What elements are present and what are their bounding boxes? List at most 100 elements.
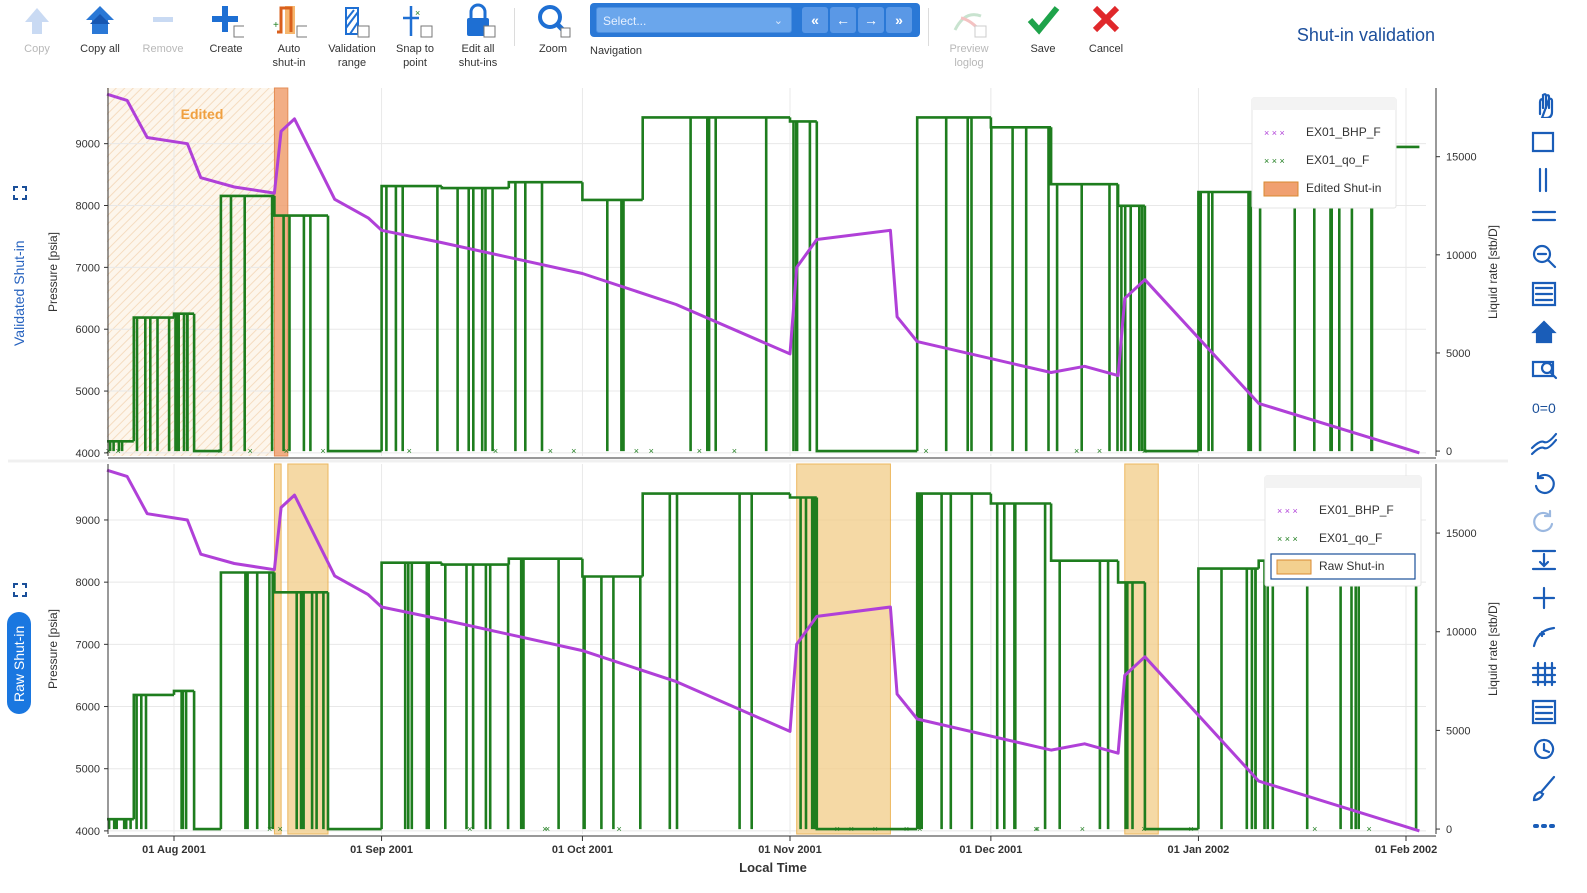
more-tool-button[interactable] bbox=[1522, 808, 1562, 846]
x-select-tool-button[interactable] bbox=[1522, 200, 1562, 238]
crosshair-icon-glyph bbox=[1530, 432, 1558, 456]
chart-panel: ××××××××××××××××××4000500060007000800090… bbox=[46, 87, 1500, 460]
rate-marker: × bbox=[634, 446, 639, 456]
x-select-icon-glyph bbox=[1531, 210, 1557, 222]
rate-marker: × bbox=[548, 446, 553, 456]
undo-icon-glyph bbox=[1534, 471, 1555, 495]
line-tool-tool-button[interactable] bbox=[1522, 618, 1562, 656]
y2-tick-label: 5000 bbox=[1446, 725, 1470, 737]
y-select-tool-button[interactable] bbox=[1522, 162, 1562, 200]
home-icon bbox=[1531, 320, 1557, 344]
x-tick-label: 01 Jan 2002 bbox=[1168, 844, 1230, 856]
x-tick-label: 01 Aug 2001 bbox=[142, 844, 206, 856]
y-tick-label: 5000 bbox=[76, 386, 100, 398]
box-select-icon bbox=[1531, 131, 1555, 153]
zero-icon: 0=0 bbox=[1532, 400, 1556, 416]
rate-marker: × bbox=[1074, 446, 1079, 456]
rate-marker: × bbox=[284, 446, 289, 456]
legend-swatch bbox=[1276, 559, 1312, 575]
zoom-out-icon-glyph bbox=[1532, 244, 1557, 269]
rate-marker: × bbox=[545, 824, 550, 834]
shutin-chart[interactable]: × × × × × × × × × × × × × × × × × × 4000 5000 6000 7000 8000 90… bbox=[0, 0, 1520, 893]
y2-tick-label: 10000 bbox=[1446, 627, 1477, 639]
y2-tick-label: 0 bbox=[1446, 824, 1452, 836]
box-zoom-tool-button[interactable] bbox=[1522, 276, 1562, 314]
box-zoom-icon bbox=[1531, 281, 1557, 307]
y2-axis-label: Liquid rate [stb/D] bbox=[1486, 602, 1500, 696]
home-icon-glyph bbox=[1531, 320, 1557, 344]
box-zoom-icon-glyph bbox=[1531, 281, 1557, 307]
rate-marker: × bbox=[904, 824, 909, 834]
zoom-out-icon bbox=[1532, 244, 1557, 269]
fit-tool-button[interactable] bbox=[1522, 542, 1562, 580]
rate-marker: × bbox=[697, 446, 702, 456]
legend-entry: EX01_qo_F bbox=[1319, 531, 1382, 545]
undo-tool-button[interactable] bbox=[1522, 466, 1562, 504]
line-tool-icon-glyph bbox=[1532, 626, 1556, 648]
zoom-out-tool-button[interactable] bbox=[1522, 238, 1562, 276]
redo-tool-button[interactable] bbox=[1522, 504, 1562, 542]
legend-marker: × × × bbox=[1264, 156, 1285, 166]
home-tool-button[interactable] bbox=[1522, 314, 1562, 352]
pan-icon bbox=[1538, 93, 1554, 118]
fit-icon bbox=[1531, 549, 1557, 571]
rate-marker: × bbox=[1035, 824, 1040, 834]
rate-marker: × bbox=[1141, 824, 1146, 834]
point-add-tool-button[interactable] bbox=[1522, 580, 1562, 618]
rate-marker: × bbox=[571, 446, 576, 456]
shutin-band bbox=[796, 463, 891, 835]
y-select-icon-glyph bbox=[1538, 167, 1548, 193]
point-add-icon bbox=[1532, 586, 1556, 610]
box-select-tool-button[interactable] bbox=[1522, 124, 1562, 162]
rate-marker: × bbox=[1189, 824, 1194, 834]
brush-tool-button[interactable] bbox=[1522, 770, 1562, 808]
grid-tool-button[interactable] bbox=[1522, 656, 1562, 694]
y-axis-label: Pressure [psia] bbox=[46, 609, 60, 689]
y-tick-label: 9000 bbox=[76, 139, 100, 151]
y-tick-label: 9000 bbox=[76, 515, 100, 527]
y-tick-label: 6000 bbox=[76, 702, 100, 714]
table-icon-glyph bbox=[1531, 699, 1557, 725]
right-toolbar: 0=0 bbox=[1522, 86, 1570, 846]
rate-marker: × bbox=[835, 824, 840, 834]
table-tool-button[interactable] bbox=[1522, 694, 1562, 732]
clock-tool-button[interactable] bbox=[1522, 732, 1562, 770]
more-icon bbox=[1533, 824, 1555, 828]
legend-entry: EX01_qo_F bbox=[1306, 153, 1369, 167]
rate-series-EX01_qo_F bbox=[107, 116, 1420, 453]
y-tick-label: 6000 bbox=[76, 324, 100, 336]
zoom-in-icon-glyph bbox=[1531, 360, 1558, 380]
x-select-icon bbox=[1531, 210, 1557, 222]
grid-icon bbox=[1531, 661, 1557, 687]
legend-marker: × × × bbox=[1277, 534, 1298, 544]
y-tick-label: 8000 bbox=[76, 577, 100, 589]
rate-marker: × bbox=[407, 446, 412, 456]
shutin-band bbox=[1124, 463, 1159, 835]
pan-tool-button[interactable] bbox=[1522, 86, 1562, 124]
y2-axis-label: Liquid rate [stb/D] bbox=[1486, 225, 1500, 319]
box-select-icon-glyph bbox=[1531, 131, 1555, 153]
y2-tick-label: 0 bbox=[1446, 446, 1452, 458]
y-select-icon bbox=[1538, 167, 1548, 193]
rate-marker: × bbox=[873, 824, 878, 834]
rate-marker: × bbox=[248, 446, 253, 456]
zero-tool-button[interactable]: 0=0 bbox=[1522, 390, 1562, 428]
rate-marker: × bbox=[467, 824, 472, 834]
rate-marker: × bbox=[115, 446, 120, 456]
y-axis-label: Pressure [psia] bbox=[46, 232, 60, 312]
legend-header bbox=[1252, 98, 1396, 110]
rate-marker: × bbox=[732, 446, 737, 456]
rate-marker: × bbox=[1097, 446, 1102, 456]
crosshair-tool-button[interactable] bbox=[1522, 428, 1562, 466]
zoom-in-tool-button[interactable] bbox=[1522, 352, 1562, 390]
legend-header bbox=[1265, 476, 1421, 488]
rate-marker: × bbox=[277, 824, 282, 834]
rate-marker: × bbox=[1142, 446, 1147, 456]
y2-tick-label: 10000 bbox=[1446, 250, 1477, 262]
y-tick-label: 8000 bbox=[76, 201, 100, 213]
rate-marker: × bbox=[1312, 824, 1317, 834]
y-tick-label: 4000 bbox=[76, 826, 100, 838]
clock-icon-glyph bbox=[1533, 738, 1555, 760]
legend-marker: × × × bbox=[1277, 506, 1298, 516]
chart-panel: ××××××××××××××××××4000500060007000800090… bbox=[46, 463, 1500, 838]
